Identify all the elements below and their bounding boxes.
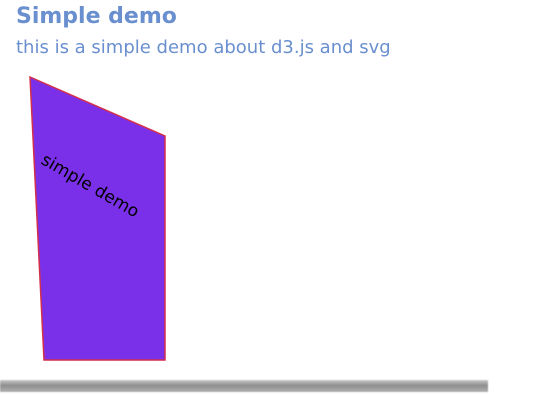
demo-polygon [29,75,166,361]
panel-bottom-shadow [0,380,488,392]
page: Simple demo this is a simple demo about … [0,0,547,417]
demo-svg-canvas: simple demo [29,75,166,361]
